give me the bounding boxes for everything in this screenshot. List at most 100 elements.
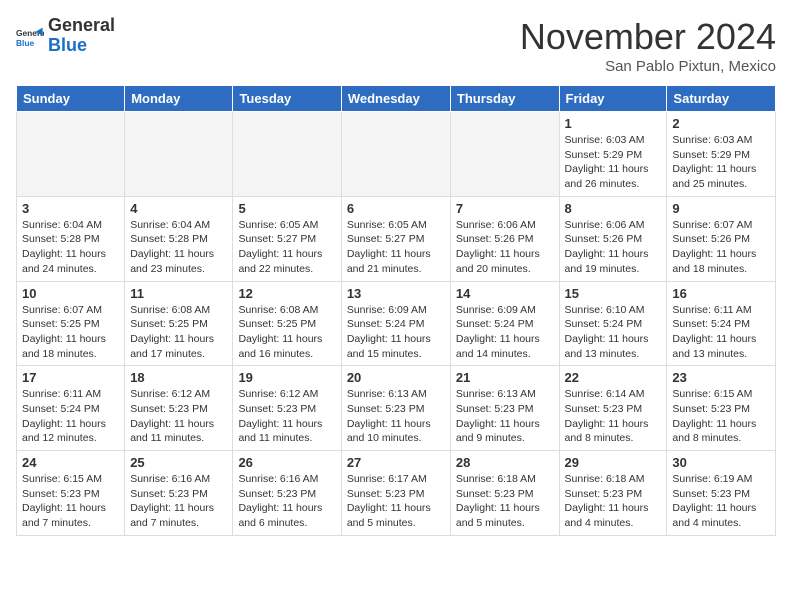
day-info: Sunrise: 6:08 AM Sunset: 5:25 PM Dayligh… bbox=[130, 303, 227, 362]
weekday-header-saturday: Saturday bbox=[667, 86, 776, 112]
day-info: Sunrise: 6:11 AM Sunset: 5:24 PM Dayligh… bbox=[22, 387, 119, 446]
calendar-cell: 7 Sunrise: 6:06 AM Sunset: 5:26 PM Daylig… bbox=[450, 196, 559, 281]
day-info: Sunrise: 6:07 AM Sunset: 5:25 PM Dayligh… bbox=[22, 303, 119, 362]
day-info: Sunrise: 6:04 AM Sunset: 5:28 PM Dayligh… bbox=[130, 218, 227, 277]
calendar-cell: 3 Sunrise: 6:04 AM Sunset: 5:28 PM Daylig… bbox=[17, 196, 125, 281]
day-number: 17 bbox=[22, 370, 119, 385]
logo-icon: General Blue bbox=[16, 22, 44, 50]
day-info: Sunrise: 6:13 AM Sunset: 5:23 PM Dayligh… bbox=[456, 387, 554, 446]
day-number: 15 bbox=[565, 286, 662, 301]
logo-blue: Blue bbox=[48, 36, 115, 56]
title-block: November 2024 San Pablo Pixtun, Mexico bbox=[520, 16, 776, 75]
calendar-cell: 30 Sunrise: 6:19 AM Sunset: 5:23 PM Dayli… bbox=[667, 451, 776, 536]
day-info: Sunrise: 6:04 AM Sunset: 5:28 PM Dayligh… bbox=[22, 218, 119, 277]
calendar-cell: 2 Sunrise: 6:03 AM Sunset: 5:29 PM Daylig… bbox=[667, 112, 776, 197]
calendar-cell: 15 Sunrise: 6:10 AM Sunset: 5:24 PM Dayli… bbox=[559, 281, 667, 366]
calendar-week-5: 24 Sunrise: 6:15 AM Sunset: 5:23 PM Dayli… bbox=[17, 451, 776, 536]
calendar-cell bbox=[450, 112, 559, 197]
calendar-cell: 5 Sunrise: 6:05 AM Sunset: 5:27 PM Daylig… bbox=[233, 196, 341, 281]
logo-general: General bbox=[48, 16, 115, 36]
logo: General Blue General Blue bbox=[16, 16, 115, 56]
day-info: Sunrise: 6:12 AM Sunset: 5:23 PM Dayligh… bbox=[238, 387, 335, 446]
calendar-cell: 12 Sunrise: 6:08 AM Sunset: 5:25 PM Dayli… bbox=[233, 281, 341, 366]
day-info: Sunrise: 6:19 AM Sunset: 5:23 PM Dayligh… bbox=[672, 472, 770, 531]
calendar-cell: 1Sunrise: 6:03 AM Sunset: 5:29 PM Daylig… bbox=[559, 112, 667, 197]
day-info: Sunrise: 6:03 AM Sunset: 5:29 PM Dayligh… bbox=[672, 133, 770, 192]
calendar-cell: 13Sunrise: 6:09 AM Sunset: 5:24 PM Dayli… bbox=[341, 281, 450, 366]
day-info: Sunrise: 6:18 AM Sunset: 5:23 PM Dayligh… bbox=[456, 472, 554, 531]
calendar-cell: 6 Sunrise: 6:05 AM Sunset: 5:27 PM Daylig… bbox=[341, 196, 450, 281]
calendar-week-3: 10 Sunrise: 6:07 AM Sunset: 5:25 PM Dayli… bbox=[17, 281, 776, 366]
day-number: 25 bbox=[130, 455, 227, 470]
day-info: Sunrise: 6:06 AM Sunset: 5:26 PM Dayligh… bbox=[456, 218, 554, 277]
day-info: Sunrise: 6:08 AM Sunset: 5:25 PM Dayligh… bbox=[238, 303, 335, 362]
day-number: 3 bbox=[22, 201, 119, 216]
day-info: Sunrise: 6:16 AM Sunset: 5:23 PM Dayligh… bbox=[238, 472, 335, 531]
day-number: 1 bbox=[565, 116, 662, 131]
day-info: Sunrise: 6:09 AM Sunset: 5:24 PM Dayligh… bbox=[456, 303, 554, 362]
calendar-cell: 29Sunrise: 6:18 AM Sunset: 5:23 PM Dayli… bbox=[559, 451, 667, 536]
day-number: 14 bbox=[456, 286, 554, 301]
day-info: Sunrise: 6:17 AM Sunset: 5:23 PM Dayligh… bbox=[347, 472, 445, 531]
day-number: 12 bbox=[238, 286, 335, 301]
day-info: Sunrise: 6:15 AM Sunset: 5:23 PM Dayligh… bbox=[22, 472, 119, 531]
calendar-table: SundayMondayTuesdayWednesdayThursdayFrid… bbox=[16, 85, 776, 536]
day-number: 27 bbox=[347, 455, 445, 470]
day-number: 9 bbox=[672, 201, 770, 216]
day-number: 22 bbox=[565, 370, 662, 385]
calendar-cell: 23Sunrise: 6:15 AM Sunset: 5:23 PM Dayli… bbox=[667, 366, 776, 451]
day-number: 28 bbox=[456, 455, 554, 470]
day-info: Sunrise: 6:05 AM Sunset: 5:27 PM Dayligh… bbox=[347, 218, 445, 277]
month-title: November 2024 bbox=[520, 16, 776, 58]
day-number: 26 bbox=[238, 455, 335, 470]
day-number: 30 bbox=[672, 455, 770, 470]
weekday-header-tuesday: Tuesday bbox=[233, 86, 341, 112]
calendar-cell: 27 Sunrise: 6:17 AM Sunset: 5:23 PM Dayli… bbox=[341, 451, 450, 536]
day-number: 10 bbox=[22, 286, 119, 301]
calendar-cell: 11 Sunrise: 6:08 AM Sunset: 5:25 PM Dayli… bbox=[125, 281, 233, 366]
calendar-cell bbox=[17, 112, 125, 197]
day-info: Sunrise: 6:18 AM Sunset: 5:23 PM Dayligh… bbox=[565, 472, 662, 531]
calendar-week-2: 3 Sunrise: 6:04 AM Sunset: 5:28 PM Daylig… bbox=[17, 196, 776, 281]
day-info: Sunrise: 6:10 AM Sunset: 5:24 PM Dayligh… bbox=[565, 303, 662, 362]
day-info: Sunrise: 6:14 AM Sunset: 5:23 PM Dayligh… bbox=[565, 387, 662, 446]
day-number: 5 bbox=[238, 201, 335, 216]
day-info: Sunrise: 6:05 AM Sunset: 5:27 PM Dayligh… bbox=[238, 218, 335, 277]
day-number: 11 bbox=[130, 286, 227, 301]
calendar-cell: 19 Sunrise: 6:12 AM Sunset: 5:23 PM Dayli… bbox=[233, 366, 341, 451]
day-info: Sunrise: 6:11 AM Sunset: 5:24 PM Dayligh… bbox=[672, 303, 770, 362]
day-number: 7 bbox=[456, 201, 554, 216]
day-info: Sunrise: 6:06 AM Sunset: 5:26 PM Dayligh… bbox=[565, 218, 662, 277]
day-number: 2 bbox=[672, 116, 770, 131]
calendar-cell: 10 Sunrise: 6:07 AM Sunset: 5:25 PM Dayli… bbox=[17, 281, 125, 366]
day-number: 8 bbox=[565, 201, 662, 216]
calendar-week-4: 17 Sunrise: 6:11 AM Sunset: 5:24 PM Dayli… bbox=[17, 366, 776, 451]
svg-text:Blue: Blue bbox=[16, 38, 34, 48]
calendar-cell: 28 Sunrise: 6:18 AM Sunset: 5:23 PM Dayli… bbox=[450, 451, 559, 536]
day-number: 19 bbox=[238, 370, 335, 385]
calendar-week-1: 1 Sunrise: 6:03 AM Sunset: 5:29 PM Daylig… bbox=[17, 112, 776, 197]
calendar-cell: 24 Sunrise: 6:15 AM Sunset: 5:23 PM Dayli… bbox=[17, 451, 125, 536]
day-info: Sunrise: 6:15 AM Sunset: 5:23 PM Dayligh… bbox=[672, 387, 770, 446]
day-number: 4 bbox=[130, 201, 227, 216]
day-info: Sunrise: 6:12 AM Sunset: 5:23 PM Dayligh… bbox=[130, 387, 227, 446]
calendar-cell: 9 Sunrise: 6:07 AM Sunset: 5:26 PM Daylig… bbox=[667, 196, 776, 281]
calendar-cell: 8 Sunrise: 6:06 AM Sunset: 5:26 PM Daylig… bbox=[559, 196, 667, 281]
day-number: 20 bbox=[347, 370, 445, 385]
day-number: 6 bbox=[347, 201, 445, 216]
weekday-header-thursday: Thursday bbox=[450, 86, 559, 112]
day-number: 18 bbox=[130, 370, 227, 385]
logo-text: General Blue bbox=[48, 16, 115, 56]
day-number: 16 bbox=[672, 286, 770, 301]
day-info: Sunrise: 6:09 AM Sunset: 5:24 PM Dayligh… bbox=[347, 303, 445, 362]
day-info: Sunrise: 6:13 AM Sunset: 5:23 PM Dayligh… bbox=[347, 387, 445, 446]
weekday-header-row: SundayMondayTuesdayWednesdayThursdayFrid… bbox=[17, 86, 776, 112]
calendar-cell: 17 Sunrise: 6:11 AM Sunset: 5:24 PM Dayli… bbox=[17, 366, 125, 451]
day-number: 24 bbox=[22, 455, 119, 470]
calendar-cell: 20 Sunrise: 6:13 AM Sunset: 5:23 PM Dayli… bbox=[341, 366, 450, 451]
calendar-cell: 14 Sunrise: 6:09 AM Sunset: 5:24 PM Dayli… bbox=[450, 281, 559, 366]
weekday-header-sunday: Sunday bbox=[17, 86, 125, 112]
day-info: Sunrise: 6:07 AM Sunset: 5:26 PM Dayligh… bbox=[672, 218, 770, 277]
calendar-cell: 16 Sunrise: 6:11 AM Sunset: 5:24 PM Dayli… bbox=[667, 281, 776, 366]
day-info: Sunrise: 6:16 AM Sunset: 5:23 PM Dayligh… bbox=[130, 472, 227, 531]
